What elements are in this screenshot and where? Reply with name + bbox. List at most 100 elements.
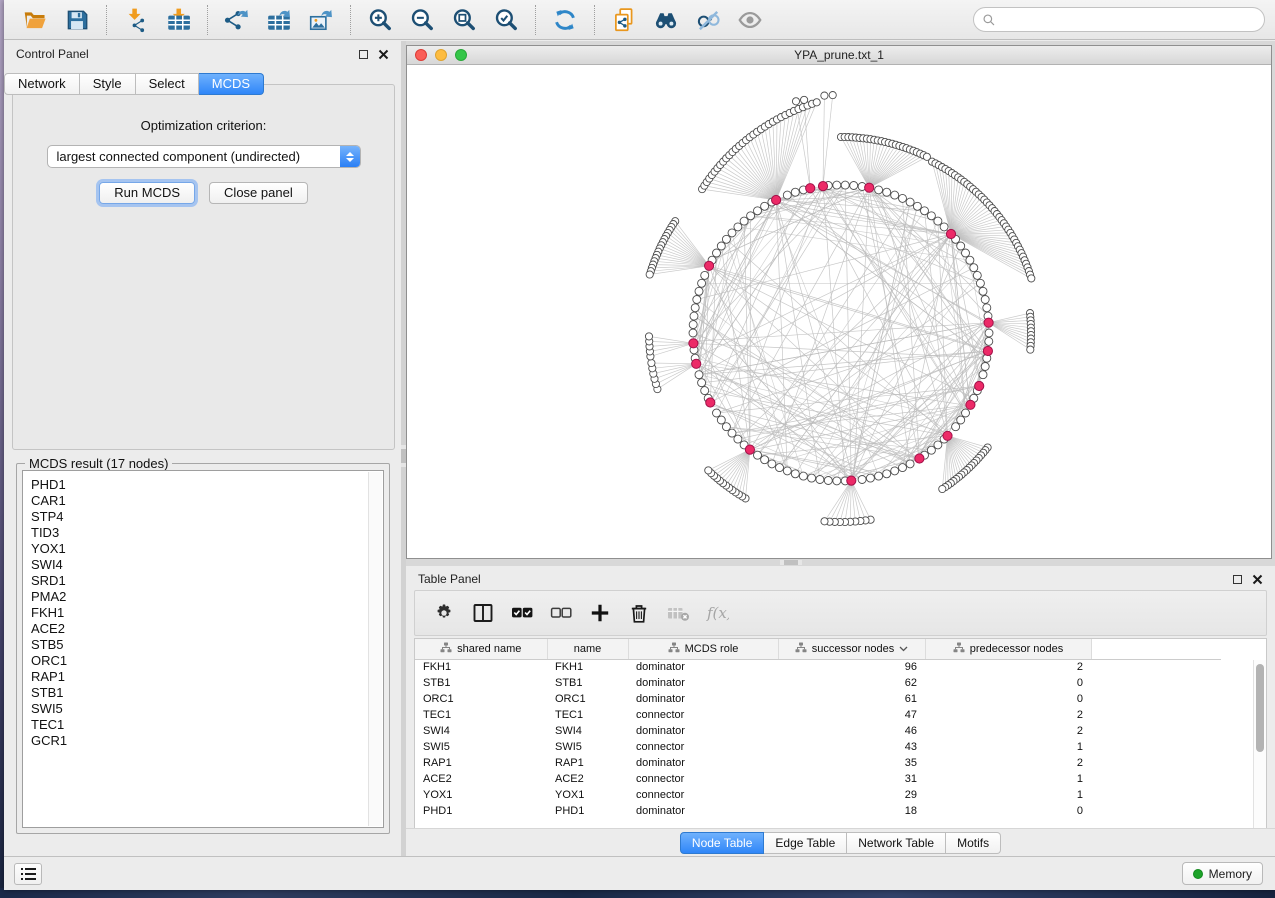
- graph-node[interactable]: [921, 207, 929, 215]
- graph-node[interactable]: [701, 387, 709, 395]
- float-panel-icon[interactable]: [1233, 575, 1242, 584]
- graph-node[interactable]: [939, 485, 946, 492]
- graph-hub-node[interactable]: [983, 346, 992, 355]
- table-row[interactable]: ORC1ORC1dominator610: [415, 691, 1221, 707]
- delete-trash-icon[interactable]: [624, 599, 654, 627]
- mcds-result-item[interactable]: YOX1: [31, 541, 383, 557]
- graph-hub-node[interactable]: [692, 359, 701, 368]
- table-scrollbar[interactable]: [1253, 660, 1266, 829]
- table-row[interactable]: FKH1FKH1dominator962: [415, 659, 1221, 675]
- network-graph-canvas[interactable]: [407, 65, 1271, 558]
- cell-succ[interactable]: 96: [778, 659, 925, 675]
- cell-role[interactable]: connector: [628, 739, 778, 755]
- graph-node[interactable]: [833, 181, 841, 189]
- cell-pred[interactable]: 2: [925, 755, 1091, 771]
- mcds-result-item[interactable]: FKH1: [31, 605, 383, 621]
- graph-node[interactable]: [689, 329, 697, 337]
- graph-node[interactable]: [883, 470, 891, 478]
- column-header-predecessor-nodes[interactable]: predecessor nodes: [925, 639, 1091, 659]
- import-table-icon[interactable]: [162, 5, 194, 35]
- graph-node[interactable]: [973, 271, 981, 279]
- graph-node[interactable]: [979, 371, 987, 379]
- graph-node[interactable]: [1027, 346, 1034, 353]
- graph-node[interactable]: [776, 464, 784, 472]
- cell-pred[interactable]: 1: [925, 739, 1091, 755]
- close-panel-icon[interactable]: [1252, 574, 1263, 585]
- graph-node[interactable]: [713, 409, 721, 417]
- graph-node[interactable]: [985, 337, 993, 345]
- graph-node[interactable]: [866, 474, 874, 482]
- cell-role[interactable]: connector: [628, 787, 778, 803]
- cell-succ[interactable]: 29: [778, 787, 925, 803]
- graph-node[interactable]: [648, 359, 655, 366]
- graph-node[interactable]: [646, 271, 653, 278]
- graph-node[interactable]: [952, 423, 960, 431]
- graph-node[interactable]: [899, 194, 907, 202]
- graph-node[interactable]: [791, 470, 799, 478]
- graph-node[interactable]: [808, 474, 816, 482]
- graph-node[interactable]: [754, 207, 762, 215]
- cell-name[interactable]: FKH1: [547, 659, 628, 675]
- graph-hub-node[interactable]: [818, 182, 827, 191]
- mcds-result-item[interactable]: STP4: [31, 509, 383, 525]
- cell-shared[interactable]: RAP1: [415, 755, 547, 771]
- graph-node[interactable]: [783, 467, 791, 475]
- graph-node[interactable]: [705, 467, 712, 474]
- graph-node[interactable]: [927, 212, 935, 220]
- table-row[interactable]: ACE2ACE2connector311: [415, 771, 1221, 787]
- graph-node[interactable]: [957, 416, 965, 424]
- cell-name[interactable]: ACE2: [547, 771, 628, 787]
- graph-node[interactable]: [913, 202, 921, 210]
- cell-pred[interactable]: 2: [925, 723, 1091, 739]
- export-image-icon[interactable]: [305, 5, 337, 35]
- cell-pred[interactable]: 2: [925, 659, 1091, 675]
- graph-node[interactable]: [899, 464, 907, 472]
- column-header-shared-name[interactable]: shared name: [415, 639, 547, 659]
- cell-name[interactable]: STB1: [547, 675, 628, 691]
- graph-node[interactable]: [734, 435, 742, 443]
- graph-node[interactable]: [927, 446, 935, 454]
- tab-node-table[interactable]: Node Table: [680, 832, 765, 854]
- cell-succ[interactable]: 61: [778, 691, 925, 707]
- zoom-selected-magnifier-icon[interactable]: [490, 5, 522, 35]
- cell-succ[interactable]: 47: [778, 707, 925, 723]
- mcds-result-item[interactable]: PMA2: [31, 589, 383, 605]
- cell-shared[interactable]: FKH1: [415, 659, 547, 675]
- graph-node[interactable]: [734, 223, 742, 231]
- task-history-button[interactable]: [14, 863, 42, 885]
- graph-node[interactable]: [717, 416, 725, 424]
- table-row[interactable]: TEC1TEC1connector472: [415, 707, 1221, 723]
- tab-mcds[interactable]: MCDS: [199, 73, 264, 95]
- cell-name[interactable]: RAP1: [547, 755, 628, 771]
- graph-node[interactable]: [829, 92, 836, 99]
- mcds-result-item[interactable]: SWI4: [31, 557, 383, 573]
- graph-node[interactable]: [768, 460, 776, 468]
- cell-shared[interactable]: YOX1: [415, 787, 547, 803]
- zoom-fit-magnifier-icon[interactable]: [448, 5, 480, 35]
- result-list-scrollbar[interactable]: [368, 472, 382, 826]
- graph-node[interactable]: [966, 256, 974, 264]
- search-box[interactable]: [973, 7, 1265, 32]
- cell-name[interactable]: SWI4: [547, 723, 628, 739]
- graph-node[interactable]: [728, 429, 736, 437]
- cell-shared[interactable]: ORC1: [415, 691, 547, 707]
- graph-node[interactable]: [701, 271, 709, 279]
- export-network-icon[interactable]: [221, 5, 253, 35]
- close-panel-button[interactable]: Close panel: [209, 182, 308, 204]
- table-row[interactable]: RAP1RAP1dominator352: [415, 755, 1221, 771]
- graph-node[interactable]: [883, 188, 891, 196]
- graph-node[interactable]: [1028, 275, 1035, 282]
- memory-button[interactable]: Memory: [1182, 862, 1263, 885]
- graph-hub-node[interactable]: [689, 339, 698, 348]
- graph-node[interactable]: [695, 287, 703, 295]
- cell-pred[interactable]: 0: [925, 803, 1091, 819]
- graph-node[interactable]: [891, 191, 899, 199]
- graph-node[interactable]: [792, 98, 799, 105]
- graph-node[interactable]: [906, 460, 914, 468]
- refresh-arrows-icon[interactable]: [549, 5, 581, 35]
- mcds-result-item[interactable]: SWI5: [31, 701, 383, 717]
- cell-pred[interactable]: 0: [925, 675, 1091, 691]
- add-plus-icon[interactable]: [585, 599, 615, 627]
- cell-name[interactable]: YOX1: [547, 787, 628, 803]
- graph-node[interactable]: [983, 304, 991, 312]
